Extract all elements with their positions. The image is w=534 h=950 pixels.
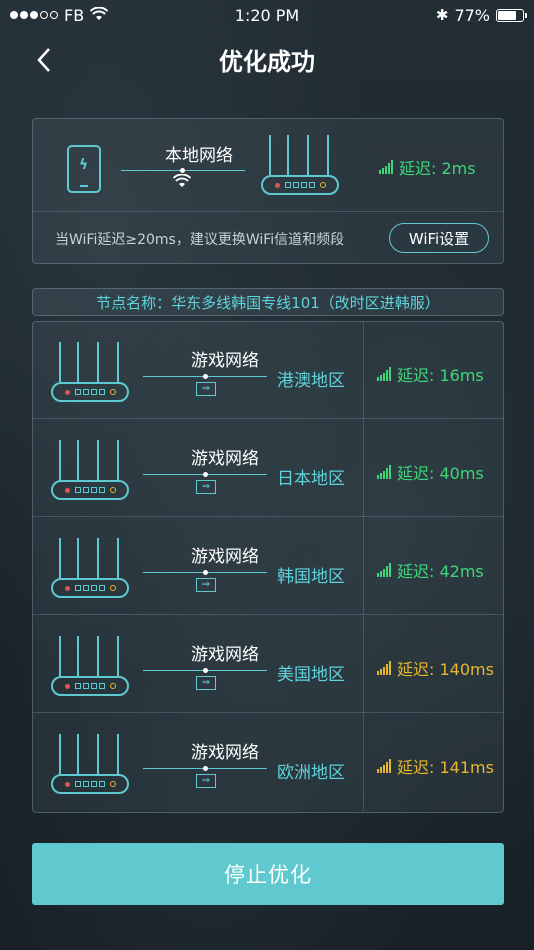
router-icon [51, 636, 129, 696]
region-latency: 延迟: 42ms [377, 558, 484, 582]
phone-icon: ϟ [67, 145, 101, 193]
transfer-arrow-icon: ⇒ [196, 774, 216, 788]
transfer-arrow-icon: ⇒ [196, 578, 216, 592]
router-icon [51, 538, 129, 598]
wifi-tip: 当WiFi延迟≥20ms，建议更换WiFi信道和频段 [55, 232, 345, 248]
signal-bars-icon [377, 563, 391, 577]
signal-bars-icon [377, 759, 391, 773]
game-network-label: 游戏网络 [191, 743, 259, 763]
router-icon [51, 734, 129, 794]
chevron-left-icon [37, 48, 50, 72]
region-name: 日本地区 [277, 469, 345, 489]
signal-bars-icon [377, 465, 391, 479]
game-network-label: 游戏网络 [191, 351, 259, 371]
status-bar: FB 1:20 PM ✱ 77% [0, 0, 534, 30]
region-row: 游戏网络 ⇒ 美国地区 延迟: 140ms [33, 616, 503, 713]
stop-optimize-button[interactable]: 停止优化 [32, 843, 504, 905]
battery-percent: 77% [454, 5, 490, 25]
transfer-arrow-icon: ⇒ [196, 676, 216, 690]
signal-bars-icon [377, 661, 391, 675]
local-latency-text: 延迟: 2ms [399, 159, 476, 178]
region-name: 美国地区 [277, 665, 345, 685]
game-network-label: 游戏网络 [191, 645, 259, 665]
region-row: 游戏网络 ⇒ 日本地区 延迟: 40ms [33, 420, 503, 517]
bluetooth-icon: ✱ [435, 6, 449, 24]
region-latency: 延迟: 16ms [377, 362, 484, 386]
local-network-label: 本地网络 [165, 146, 233, 166]
region-name: 欧洲地区 [277, 763, 345, 783]
region-latency-text: 延迟: 40ms [397, 464, 484, 483]
battery-icon [496, 8, 527, 22]
region-name: 港澳地区 [277, 371, 345, 391]
region-row: 游戏网络 ⇒ 港澳地区 延迟: 16ms [33, 322, 503, 419]
region-latency-text: 延迟: 16ms [397, 366, 484, 385]
node-name-bar: 节点名称：华东多线韩国专线101（改时区进韩服） [32, 288, 504, 316]
clock: 1:20 PM [234, 5, 300, 25]
region-latency: 延迟: 141ms [377, 754, 494, 778]
local-latency: 延迟: 2ms [379, 155, 476, 179]
back-button[interactable] [30, 46, 58, 74]
nav-bar: 优化成功 [0, 38, 534, 86]
wifi-settings-button[interactable]: WiFi设置 [389, 223, 489, 253]
game-network-label: 游戏网络 [191, 449, 259, 469]
router-icon [51, 440, 129, 500]
carrier-label: FB [64, 5, 85, 25]
region-latency: 延迟: 140ms [377, 656, 494, 680]
region-latency-text: 延迟: 141ms [397, 758, 494, 777]
page-title: 优化成功 [219, 48, 315, 76]
region-row: 游戏网络 ⇒ 欧洲地区 延迟: 141ms [33, 714, 503, 811]
region-list: 游戏网络 ⇒ 港澳地区 延迟: 16ms 游戏网络 ⇒ 日本地区 延迟: 40ms 游戏网络 ⇒ 韩… [32, 321, 504, 813]
wifi-icon [172, 173, 192, 192]
signal-bars-icon [377, 367, 391, 381]
signal-dots-icon [10, 11, 58, 19]
router-icon [51, 342, 129, 402]
wifi-status-icon [89, 6, 109, 25]
region-name: 韩国地区 [277, 567, 345, 587]
region-latency-text: 延迟: 42ms [397, 562, 484, 581]
signal-bars-icon [379, 160, 393, 174]
local-network-card: ϟ 本地网络 延迟: 2ms 当WiFi延迟≥20ms，建议更换WiFi信道和频… [32, 118, 504, 264]
transfer-arrow-icon: ⇒ [196, 382, 216, 396]
region-latency: 延迟: 40ms [377, 460, 484, 484]
transfer-arrow-icon: ⇒ [196, 480, 216, 494]
region-latency-text: 延迟: 140ms [397, 660, 494, 679]
region-row: 游戏网络 ⇒ 韩国地区 延迟: 42ms [33, 518, 503, 615]
game-network-label: 游戏网络 [191, 547, 259, 567]
router-icon [261, 135, 339, 195]
